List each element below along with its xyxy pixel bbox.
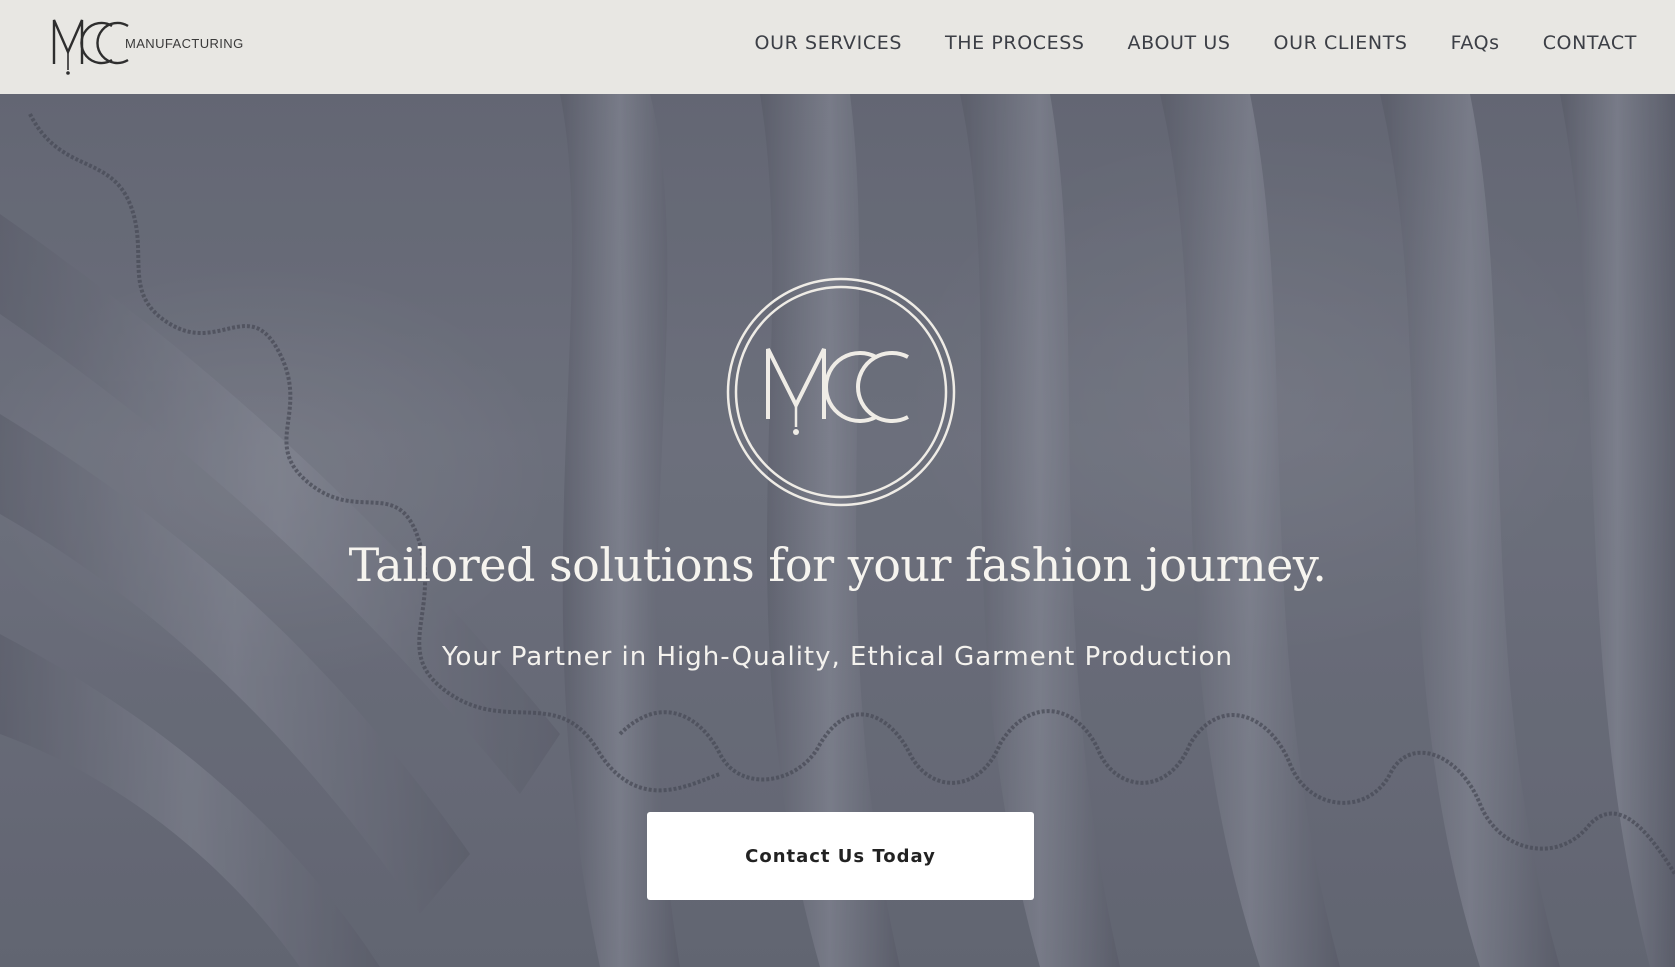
hero-subheadline: Your Partner in High-Quality, Ethical Ga… bbox=[442, 642, 1233, 672]
nav-contact[interactable]: CONTACT bbox=[1543, 32, 1637, 54]
hero-headline: Tailored solutions for your fashion jour… bbox=[348, 538, 1327, 592]
hero-section: Tailored solutions for your fashion jour… bbox=[0, 94, 1675, 967]
nav-our-clients[interactable]: OUR CLIENTS bbox=[1274, 32, 1408, 54]
brand-logo[interactable]: MANUFACTURING bbox=[50, 12, 250, 78]
site-header: MANUFACTURING OUR SERVICES THE PROCESS A… bbox=[0, 0, 1675, 94]
mcc-circle-emblem-icon bbox=[726, 277, 956, 507]
nav-our-services[interactable]: OUR SERVICES bbox=[755, 32, 902, 54]
contact-us-today-button[interactable]: Contact Us Today bbox=[647, 812, 1034, 900]
main-nav: OUR SERVICES THE PROCESS ABOUT US OUR CL… bbox=[755, 32, 1637, 54]
nav-faqs[interactable]: FAQs bbox=[1451, 32, 1500, 54]
mcc-monogram-logo-icon bbox=[52, 19, 129, 75]
nav-the-process[interactable]: THE PROCESS bbox=[945, 32, 1085, 54]
brand-wordmark: MANUFACTURING bbox=[125, 36, 244, 51]
nav-about-us[interactable]: ABOUT US bbox=[1128, 32, 1231, 54]
